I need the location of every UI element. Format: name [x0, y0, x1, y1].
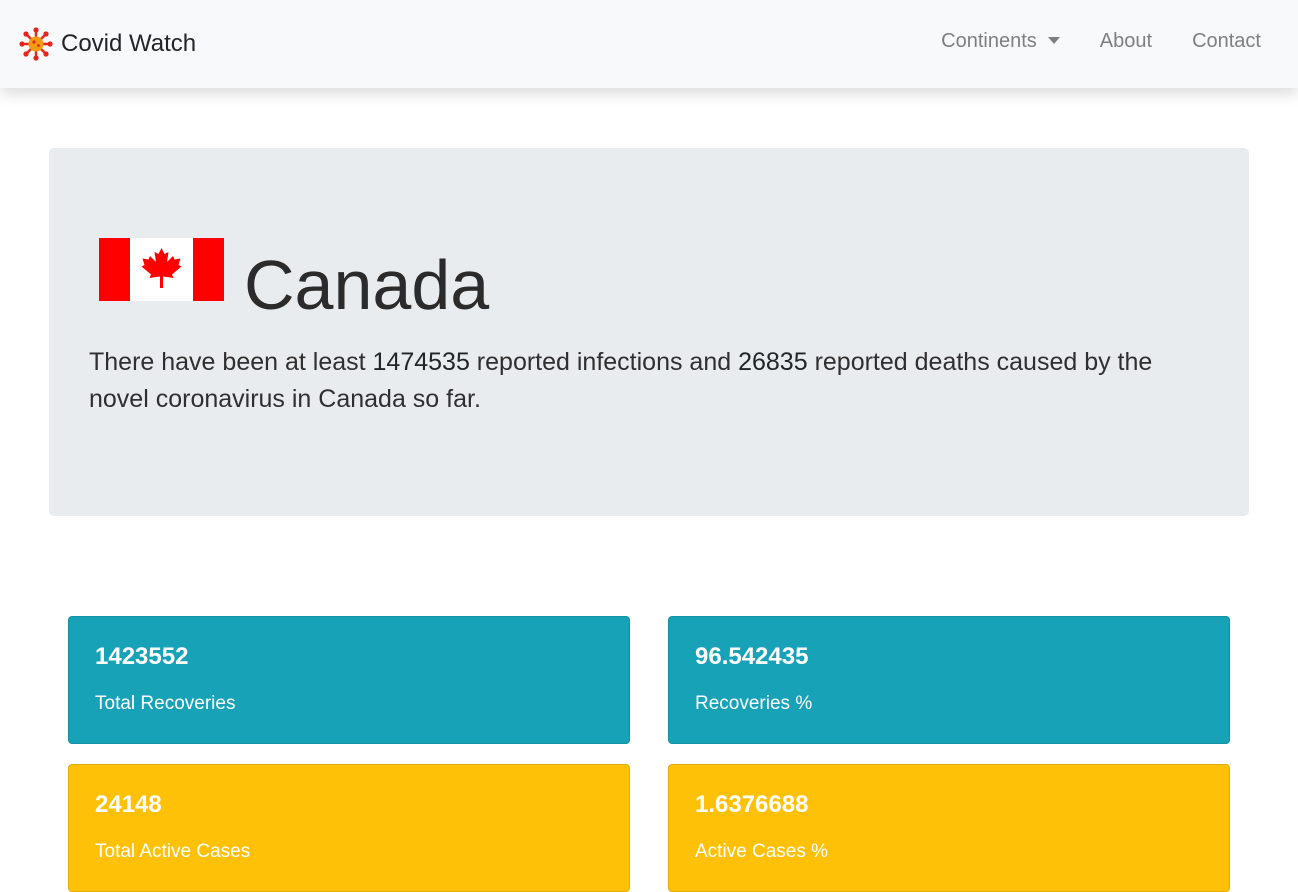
recoveries-percent-value: 96.542435: [695, 643, 809, 670]
country-jumbotron: Canada There have been at least 1474535 …: [49, 148, 1249, 516]
total-active-cases-card: 24148 Total Active Cases: [68, 764, 630, 892]
deaths-count: 26835: [738, 348, 808, 376]
brand-name: Covid Watch: [61, 30, 197, 57]
total-active-cases-value: 24148: [95, 791, 162, 818]
recoveries-percent-card: 96.542435 Recoveries %: [668, 616, 1230, 744]
summary-text-1: There have been at least: [89, 348, 373, 376]
total-recoveries-value: 1423552: [95, 643, 189, 670]
infections-count: 1474535: [372, 348, 470, 376]
nav-continents-dropdown[interactable]: Continents: [941, 30, 1060, 53]
country-name-heading: Canada: [244, 246, 490, 324]
virus-icon: [19, 27, 53, 61]
active-cases-percent-label: Active Cases %: [695, 841, 829, 862]
navbar: Covid Watch Continents About Contact: [0, 0, 1298, 88]
nav-about-link[interactable]: About: [1100, 30, 1152, 53]
caret-down-icon: [1047, 37, 1060, 44]
recoveries-percent-label: Recoveries %: [695, 693, 813, 714]
nav-contact-link[interactable]: Contact: [1192, 30, 1261, 53]
nav-continents-label: Continents: [941, 30, 1037, 52]
summary-text-2: reported infections and: [469, 348, 739, 376]
brand-link[interactable]: Covid Watch: [19, 26, 196, 62]
total-recoveries-label: Total Recoveries: [95, 693, 236, 714]
canada-flag: [99, 238, 224, 301]
total-recoveries-card: 1423552 Total Recoveries: [68, 616, 630, 744]
total-active-cases-label: Total Active Cases: [95, 841, 251, 862]
active-cases-percent-value: 1.6376688: [695, 791, 809, 818]
active-cases-percent-card: 1.6376688 Active Cases %: [668, 764, 1230, 892]
nav-links: Continents About Contact: [901, 30, 1261, 53]
country-summary: There have been at least 1474535 reporte…: [89, 344, 1199, 418]
